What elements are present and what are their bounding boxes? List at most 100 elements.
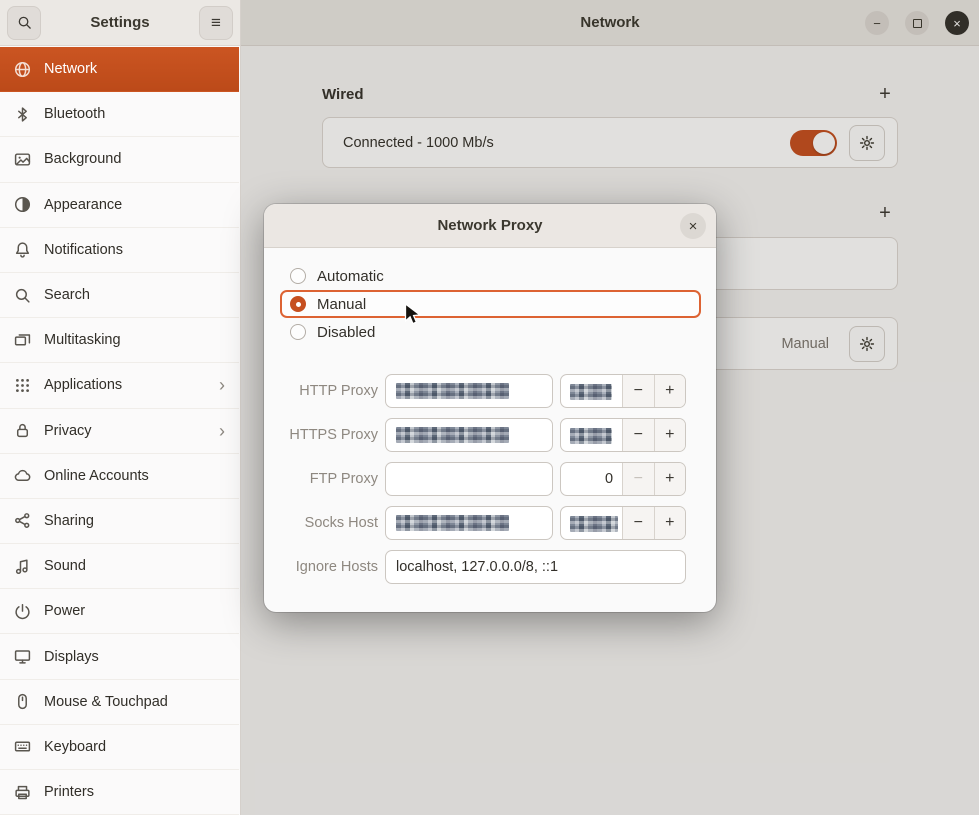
close-window-button[interactable]: × bbox=[945, 11, 969, 35]
sidebar-title: Settings bbox=[41, 14, 199, 31]
http-proxy-label: HTTP Proxy bbox=[264, 383, 378, 399]
sidebar-item-printers[interactable]: Printers bbox=[0, 770, 239, 815]
sidebar-item-label: Multitasking bbox=[44, 332, 225, 348]
sidebar-item-label: Network bbox=[44, 61, 225, 77]
mouse-icon bbox=[14, 693, 31, 710]
main-headerbar: Network − × bbox=[241, 0, 979, 46]
menu-button[interactable]: ≡ bbox=[199, 6, 233, 40]
spin-minus-button[interactable]: − bbox=[622, 375, 653, 407]
wired-section-title: Wired bbox=[322, 86, 364, 103]
sidebar-item-label: Sharing bbox=[44, 513, 225, 529]
wired-connection-row: Connected - 1000 Mb/s bbox=[322, 117, 898, 168]
maximize-icon bbox=[913, 19, 922, 28]
search-icon bbox=[14, 287, 31, 304]
sidebar-item-label: Displays bbox=[44, 649, 225, 665]
maximize-button[interactable] bbox=[905, 11, 929, 35]
sidebar-item-keyboard[interactable]: Keyboard bbox=[0, 725, 239, 770]
socks-port-value[interactable] bbox=[561, 507, 622, 539]
http-port-value[interactable] bbox=[561, 375, 622, 407]
gear-icon bbox=[859, 135, 875, 151]
dialog-close-button[interactable]: × bbox=[680, 213, 706, 239]
sidebar-item-label: Privacy bbox=[44, 423, 206, 439]
sidebar-item-privacy[interactable]: Privacy › bbox=[0, 409, 239, 454]
sidebar-item-power[interactable]: Power bbox=[0, 589, 239, 634]
radio-row-automatic[interactable]: Automatic bbox=[280, 262, 701, 290]
bell-icon bbox=[14, 241, 31, 258]
sidebar-item-sharing[interactable]: Sharing bbox=[0, 499, 239, 544]
sidebar-item-appearance[interactable]: Appearance bbox=[0, 183, 239, 228]
toggle-knob bbox=[813, 132, 835, 154]
https-proxy-input-wrap bbox=[385, 418, 553, 452]
proxy-mode-options: Automatic Manual Disabled bbox=[280, 262, 701, 346]
sidebar-item-label: Search bbox=[44, 287, 225, 303]
network-proxy-dialog: Network Proxy × Automatic Manual Disable… bbox=[264, 204, 716, 612]
sidebar-item-label: Bluetooth bbox=[44, 106, 225, 122]
sidebar-item-label: Background bbox=[44, 151, 225, 167]
hamburger-menu-icon: ≡ bbox=[211, 14, 221, 31]
sidebar: Settings ≡ Network Bluetooth Background … bbox=[0, 0, 241, 815]
cloud-icon bbox=[14, 467, 31, 484]
radio-icon bbox=[290, 268, 306, 284]
sidebar-item-sound[interactable]: Sound bbox=[0, 544, 239, 589]
multitasking-windows-icon bbox=[14, 332, 31, 349]
ignore-hosts-label: Ignore Hosts bbox=[264, 559, 378, 575]
appearance-icon bbox=[14, 196, 31, 213]
ignore-hosts-input[interactable] bbox=[385, 550, 686, 584]
sidebar-item-search[interactable]: Search bbox=[0, 273, 239, 318]
radio-icon bbox=[290, 324, 306, 340]
wired-settings-button[interactable] bbox=[849, 125, 885, 161]
spin-minus-button[interactable]: − bbox=[622, 419, 653, 451]
sidebar-item-network[interactable]: Network bbox=[0, 47, 239, 92]
redacted-port-value bbox=[570, 516, 618, 532]
proxy-mode-label: Manual bbox=[781, 336, 829, 352]
spin-plus-button[interactable]: + bbox=[654, 375, 685, 407]
ftp-proxy-input[interactable] bbox=[385, 462, 553, 496]
wired-status-label: Connected - 1000 Mb/s bbox=[343, 135, 790, 151]
radio-row-disabled[interactable]: Disabled bbox=[280, 318, 701, 346]
radio-row-manual[interactable]: Manual bbox=[280, 290, 701, 318]
socks-port-spinbox: − + bbox=[560, 506, 686, 540]
wired-toggle[interactable] bbox=[790, 130, 837, 156]
printer-icon bbox=[14, 784, 31, 801]
window-controls: − × bbox=[865, 11, 969, 35]
proxy-form: HTTP Proxy − + HTTPS Proxy − + bbox=[264, 374, 716, 584]
socks-host-label: Socks Host bbox=[264, 515, 378, 531]
apps-grid-icon bbox=[14, 377, 31, 394]
minimize-button[interactable]: − bbox=[865, 11, 889, 35]
ftp-port-value[interactable]: 0 bbox=[561, 463, 622, 495]
search-button[interactable] bbox=[7, 6, 41, 40]
power-icon bbox=[14, 603, 31, 620]
spin-plus-button[interactable]: + bbox=[654, 419, 685, 451]
redacted-host-value bbox=[396, 383, 509, 399]
bluetooth-icon bbox=[14, 106, 31, 123]
add-wired-button[interactable]: + bbox=[872, 81, 898, 107]
sidebar-item-multitasking[interactable]: Multitasking bbox=[0, 318, 239, 363]
spin-plus-button[interactable]: + bbox=[654, 463, 685, 495]
redacted-port-value bbox=[570, 428, 612, 444]
sidebar-item-mouse-touchpad[interactable]: Mouse & Touchpad bbox=[0, 680, 239, 725]
sidebar-item-online-accounts[interactable]: Online Accounts bbox=[0, 454, 239, 499]
add-vpn-button[interactable]: + bbox=[872, 200, 898, 226]
sidebar-item-label: Keyboard bbox=[44, 739, 225, 755]
sidebar-headerbar: Settings ≡ bbox=[0, 0, 240, 46]
lock-icon bbox=[14, 422, 31, 439]
radio-label: Manual bbox=[317, 296, 366, 313]
proxy-settings-button[interactable] bbox=[849, 326, 885, 362]
search-icon bbox=[17, 15, 32, 30]
sidebar-item-displays[interactable]: Displays bbox=[0, 634, 239, 679]
spin-minus-button[interactable]: − bbox=[622, 463, 653, 495]
https-proxy-row: HTTPS Proxy − + bbox=[264, 418, 716, 452]
display-icon bbox=[14, 648, 31, 665]
sidebar-item-applications[interactable]: Applications › bbox=[0, 363, 239, 408]
spin-plus-button[interactable]: + bbox=[654, 507, 685, 539]
https-port-value[interactable] bbox=[561, 419, 622, 451]
page-title: Network bbox=[580, 14, 639, 31]
spin-minus-button[interactable]: − bbox=[622, 507, 653, 539]
ftp-proxy-label: FTP Proxy bbox=[264, 471, 378, 487]
sidebar-item-label: Notifications bbox=[44, 242, 225, 258]
sidebar-item-bluetooth[interactable]: Bluetooth bbox=[0, 92, 239, 137]
sidebar-item-notifications[interactable]: Notifications bbox=[0, 228, 239, 273]
ftp-proxy-row: FTP Proxy 0 − + bbox=[264, 462, 716, 496]
sidebar-item-background[interactable]: Background bbox=[0, 137, 239, 182]
radio-label: Disabled bbox=[317, 324, 375, 341]
